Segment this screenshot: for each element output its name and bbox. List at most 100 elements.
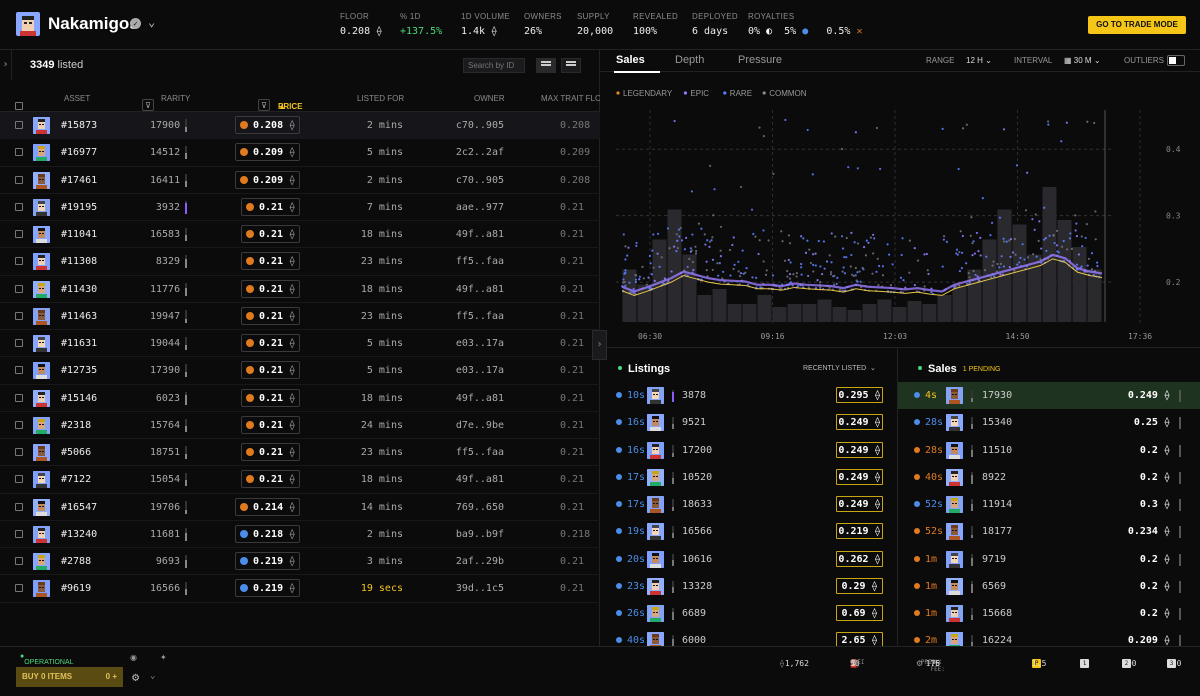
listing-feed-item[interactable]: 19s 16566 0.219 ⟠	[600, 518, 898, 545]
row-checkbox[interactable]	[15, 393, 23, 402]
price-box[interactable]: 0.21 ⟠	[241, 306, 301, 325]
listing-price[interactable]: 0.29 ⟠	[836, 577, 883, 594]
row-checkbox[interactable]	[15, 148, 23, 157]
row-checkbox[interactable]	[15, 121, 23, 129]
chevron-down-icon[interactable]: ⌄	[150, 671, 155, 681]
select-all-checkbox[interactable]	[15, 102, 23, 110]
owner-address[interactable]: ff5..faa	[440, 311, 504, 322]
table-row[interactable]: #9619 16566 0.219 ⟠ 19 secs 39d..1c5 0.21	[0, 575, 600, 603]
table-row[interactable]: #17461 16411 0.209 ⟠ 2 mins c70..905 0.208	[0, 167, 600, 194]
listing-feed-item[interactable]: 16s 9521 0.249 ⟠	[600, 409, 898, 436]
list-view-button[interactable]	[536, 58, 556, 73]
row-checkbox[interactable]	[15, 230, 23, 238]
table-row[interactable]: #16977 14512 0.209 ⟠ 5 mins 2c2..2af 0.209	[0, 139, 600, 167]
table-row[interactable]: #11463 19947 0.21 ⟠ 23 mins ff5..faa 0.21	[0, 303, 600, 330]
table-row[interactable]: #11041 16583 0.21 ⟠ 18 mins 49f..a81 0.21	[0, 221, 600, 249]
owner-address[interactable]: c70..905	[440, 175, 504, 186]
price-box[interactable]: 0.21 ⟠	[241, 334, 301, 352]
price-box[interactable]: 0.209 ⟠	[235, 170, 301, 189]
range-select[interactable]: 12 H ⌄	[966, 56, 992, 65]
listing-price[interactable]: 0.262 ⟠	[836, 550, 883, 567]
price-box[interactable]: 0.209 ⟠	[235, 143, 301, 162]
row-checkbox[interactable]	[15, 366, 23, 375]
table-row[interactable]: #2318 15764 0.21 ⟠ 24 mins d7e..9be 0.21	[0, 412, 600, 439]
table-row[interactable]: #19195 3932 0.21 ⟠ 7 mins aae..977 0.21	[0, 194, 600, 221]
col-max-trait-floor[interactable]: MAX TRAIT FLO	[541, 94, 600, 103]
price-box[interactable]: 0.21 ⟠	[241, 279, 301, 298]
sales-chart[interactable]: LEGENDARY EPIC RARE COMMON 0.2 0.3 0.4 06:30 09:…	[600, 72, 1200, 347]
row-checkbox[interactable]	[15, 584, 23, 593]
listing-price[interactable]: 0.249 ⟠	[836, 468, 883, 485]
collection-avatar[interactable]	[16, 12, 40, 36]
owner-address[interactable]: 39d..1c5	[440, 583, 504, 594]
row-checkbox[interactable]	[15, 311, 23, 320]
owner-address[interactable]: 49f..a81	[440, 393, 504, 404]
owner-address[interactable]: c70..905	[440, 120, 504, 131]
search-input[interactable]	[463, 58, 525, 73]
owner-address[interactable]: 49f..a81	[440, 229, 504, 240]
row-checkbox[interactable]	[15, 475, 23, 484]
row-checkbox[interactable]	[15, 284, 23, 293]
compact-view-button[interactable]	[561, 58, 581, 73]
col-rarity[interactable]: RARITY	[161, 94, 190, 103]
owner-address[interactable]: d7e..9be	[440, 420, 504, 431]
twitter-icon[interactable]: ✦	[160, 653, 167, 662]
buy-items-button[interactable]: BUY 0 ITEMS 0 +	[16, 667, 123, 687]
price-box[interactable]: 0.218 ⟠	[235, 524, 301, 543]
row-checkbox[interactable]	[15, 420, 23, 429]
price-box[interactable]: 0.219 ⟠	[235, 552, 301, 570]
owner-address[interactable]: 49f..a81	[440, 474, 504, 485]
expand-panel-icon[interactable]: ›	[592, 330, 607, 360]
filter-icon[interactable]: ⊽	[142, 99, 154, 111]
listing-price[interactable]: 0.249 ⟠	[836, 414, 883, 431]
sale-feed-item[interactable]: 28s 15340 0.25 ⟠	[898, 409, 1200, 436]
price-box[interactable]: 0.208 ⟠	[235, 116, 301, 134]
price-box[interactable]: 0.21 ⟠	[241, 415, 301, 434]
table-row[interactable]: #11631 19044 0.21 ⟠ 5 mins e03..17a 0.21	[0, 330, 600, 358]
priority-fee[interactable]: ⚙ PRIO: 1.5 MAX FEE: 76	[916, 653, 945, 673]
col-owner[interactable]: OWNER	[474, 94, 505, 103]
row-checkbox[interactable]	[15, 257, 23, 266]
price-box[interactable]: 0.21 ⟠	[241, 443, 301, 461]
row-checkbox[interactable]	[15, 448, 23, 456]
owner-address[interactable]: ba9..b9f	[440, 529, 504, 540]
table-row[interactable]: #2788 9693 0.219 ⟠ 3 mins 2af..29b 0.21	[0, 548, 600, 576]
table-row[interactable]: #11308 8329 0.21 ⟠ 23 mins ff5..faa 0.21	[0, 248, 600, 276]
row-checkbox[interactable]	[15, 339, 23, 347]
tab-pressure[interactable]: Pressure	[738, 54, 782, 66]
listing-feed-item[interactable]: 10s 3878 0.295 ⟠	[600, 382, 898, 409]
sale-feed-item[interactable]: 52s 11914 0.3 ⟠	[898, 491, 1200, 518]
owner-address[interactable]: ff5..faa	[440, 447, 504, 458]
listing-feed-item[interactable]: 23s 13328 0.29 ⟠	[600, 573, 898, 600]
owner-address[interactable]: e03..17a	[440, 338, 504, 349]
filter-icon[interactable]: ⊽	[258, 99, 270, 111]
trade-mode-button[interactable]: GO TO TRADE MODE	[1088, 16, 1186, 34]
row-checkbox[interactable]	[15, 502, 23, 511]
price-box[interactable]: 0.21 ⟠	[241, 197, 301, 216]
table-row[interactable]: #15873 17900 0.208 ⟠ 2 mins c70..905 0.208	[0, 112, 600, 140]
owner-address[interactable]: e03..17a	[440, 365, 504, 376]
row-checkbox[interactable]	[15, 175, 23, 184]
table-row[interactable]: #11430 11776 0.21 ⟠ 18 mins 49f..a81 0.21	[0, 276, 600, 303]
table-row[interactable]: #13240 11681 0.218 ⟠ 2 mins ba9..b9f 0.218	[0, 521, 600, 548]
price-box[interactable]: 0.21 ⟠	[241, 470, 301, 489]
owner-address[interactable]: ff5..faa	[440, 256, 504, 267]
table-row[interactable]: #15146 6023 0.21 ⟠ 18 mins 49f..a81 0.21	[0, 385, 600, 412]
owner-address[interactable]: 769..650	[440, 502, 504, 513]
listing-price[interactable]: 0.295 ⟠	[836, 387, 883, 403]
price-box[interactable]: 0.21 ⟠	[241, 361, 301, 380]
price-box[interactable]: 0.21 ⟠	[241, 225, 301, 243]
listing-feed-item[interactable]: 20s 10616 0.262 ⟠	[600, 546, 898, 573]
table-row[interactable]: #16547 19706 0.214 ⟠ 14 mins 769..650 0.21	[0, 494, 600, 521]
discord-icon[interactable]: ◉	[130, 653, 137, 662]
owner-address[interactable]: 2c2..2af	[440, 147, 504, 158]
outliers-toggle[interactable]	[1167, 55, 1185, 66]
sidebar-toggle-icon[interactable]: ›	[0, 50, 12, 80]
price-box[interactable]: 0.219 ⟠	[235, 579, 301, 598]
interval-select[interactable]: ▦ 30 M ⌄	[1064, 56, 1101, 65]
table-row[interactable]: #5066 18751 0.21 ⟠ 23 mins ff5..faa 0.21	[0, 439, 600, 467]
price-box[interactable]: 0.21 ⟠	[241, 252, 301, 271]
gear-icon[interactable]: ⚙	[132, 670, 139, 684]
tab-depth[interactable]: Depth	[675, 54, 704, 66]
col-asset[interactable]: ASSET	[64, 94, 90, 103]
